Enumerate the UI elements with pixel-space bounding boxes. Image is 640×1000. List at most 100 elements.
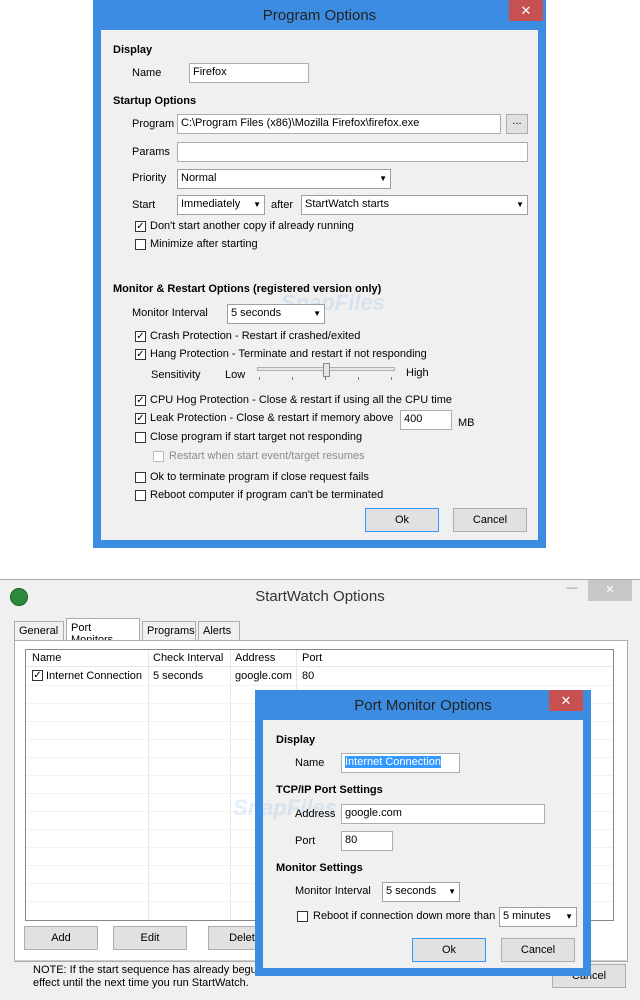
slider-tick [325, 377, 326, 380]
note-text-line2: effect until the next time you run Start… [33, 977, 249, 989]
reboot-duration-select[interactable]: 5 minutes ▼ [499, 907, 577, 927]
program-options-dialog: Program Options ✕ SnapFiles Display Name… [93, 0, 546, 548]
display-heading: Display [276, 734, 316, 746]
leak-protection-label: Leak Protection - Close & restart if mem… [150, 412, 394, 424]
address-field[interactable]: google.com [341, 804, 545, 824]
after-label: after [271, 199, 294, 211]
column-header-address[interactable]: Address [235, 652, 275, 664]
browse-button[interactable]: ... [506, 114, 528, 134]
close-not-responding-label: Close program if start target not respon… [150, 431, 363, 443]
leak-protection-checkbox[interactable]: ✓ [135, 413, 146, 424]
dropdown-arrow-icon: ▼ [379, 174, 387, 183]
slider-tick [358, 377, 359, 380]
slider-tick [391, 377, 392, 380]
dropdown-arrow-icon: ▼ [253, 200, 261, 209]
monitor-interval-value: 5 seconds [386, 885, 437, 897]
priority-label: Priority [132, 172, 167, 184]
close-not-responding-checkbox[interactable] [135, 432, 146, 443]
startup-heading: Startup Options [113, 95, 197, 107]
monitor-heading: Monitor & Restart Options (registered ve… [113, 283, 382, 295]
reboot-checkbox[interactable] [297, 911, 308, 922]
name-label: Name [132, 67, 162, 79]
add-button[interactable]: Add [24, 926, 98, 950]
reboot-label: Reboot if connection down more than [313, 910, 496, 922]
after-select[interactable]: StartWatch starts ▼ [301, 195, 528, 215]
ok-terminate-label: Ok to terminate program if close request… [150, 471, 369, 483]
port-monitor-options-dialog: Port Monitor Options ✕ SnapFiles Display… [233, 690, 591, 976]
restart-when-start-checkbox[interactable] [153, 451, 164, 462]
close-button[interactable]: ✕ [588, 580, 632, 601]
column-header-name[interactable]: Name [32, 652, 61, 664]
name-value-selected: Internet Connection [345, 756, 442, 768]
row-interval: 5 seconds [153, 670, 204, 682]
monitor-interval-label: Monitor Interval [295, 885, 371, 897]
address-label: Address [295, 808, 336, 820]
name-label: Name [295, 757, 325, 769]
column-header-check-interval[interactable]: Check Interval [153, 652, 223, 664]
tab-general[interactable]: General [14, 621, 64, 641]
params-field[interactable] [177, 142, 528, 162]
monitor-interval-select[interactable]: 5 seconds ▼ [382, 882, 460, 902]
table-row[interactable]: ✓ Internet Connection 5 seconds google.c… [26, 667, 613, 685]
cpu-hog-label: CPU Hog Protection - Close & restart if … [150, 394, 453, 406]
reboot-duration-value: 5 minutes [503, 910, 551, 922]
ok-button[interactable]: Ok [412, 938, 486, 962]
minimize-button[interactable]: — [558, 582, 586, 594]
reboot-computer-checkbox[interactable] [135, 490, 146, 501]
port-field[interactable]: 80 [341, 831, 393, 851]
column-header-port[interactable]: Port [302, 652, 322, 664]
edit-button[interactable]: Edit [113, 926, 187, 950]
ok-terminate-checkbox[interactable] [135, 472, 146, 483]
row-divider [26, 685, 613, 686]
dialog-title: Program Options [262, 7, 377, 24]
tab-alerts[interactable]: Alerts [198, 621, 240, 641]
sensitivity-low-label: Low [225, 369, 246, 381]
monitor-interval-select[interactable]: 5 seconds ▼ [227, 304, 325, 324]
list-header: Name Check Interval Address Port [26, 650, 613, 667]
sensitivity-label: Sensitivity [151, 369, 201, 381]
close-button[interactable]: ✕ [509, 0, 543, 21]
name-field[interactable]: Internet Connection [341, 753, 460, 773]
sensitivity-slider[interactable] [257, 363, 395, 385]
minimize-after-checkbox[interactable] [135, 239, 146, 250]
row-enabled-checkbox[interactable]: ✓ [32, 670, 43, 681]
titlebar[interactable]: Port Monitor Options ✕ [255, 690, 591, 720]
monitor-interval-value: 5 seconds [231, 307, 282, 319]
crash-protection-checkbox[interactable]: ✓ [135, 331, 146, 342]
dialog-title: Port Monitor Options [354, 697, 492, 714]
dropdown-arrow-icon: ▼ [516, 200, 524, 209]
priority-select[interactable]: Normal ▼ [177, 169, 391, 189]
dropdown-arrow-icon: ▼ [565, 912, 573, 921]
start-label: Start [132, 199, 156, 211]
cpu-hog-checkbox[interactable]: ✓ [135, 395, 146, 406]
slider-thumb[interactable] [323, 363, 330, 377]
slider-tick [259, 377, 260, 380]
leak-memory-field[interactable]: 400 [400, 410, 452, 430]
column-divider [230, 650, 231, 920]
tab-programs[interactable]: Programs [142, 621, 196, 641]
row-address: google.com [235, 670, 292, 682]
program-field[interactable]: C:\Program Files (x86)\Mozilla Firefox\f… [177, 114, 501, 134]
dropdown-arrow-icon: ▼ [313, 309, 321, 318]
monitor-interval-label: Monitor Interval [132, 307, 208, 319]
monitor-heading: Monitor Settings [276, 862, 363, 874]
titlebar[interactable]: Program Options ✕ [93, 0, 546, 30]
cancel-button[interactable]: Cancel [501, 938, 575, 962]
ok-button[interactable]: Ok [365, 508, 439, 532]
restart-when-start-label: Restart when start event/target resumes [169, 450, 365, 462]
close-button[interactable]: ✕ [549, 690, 583, 711]
name-field[interactable]: Firefox [189, 63, 309, 83]
tab-strip: General Port Monitors Programs Alerts [14, 618, 244, 646]
params-label: Params [132, 146, 170, 158]
row-name: Internet Connection [46, 670, 143, 682]
start-value: Immediately [181, 198, 241, 210]
cancel-button[interactable]: Cancel [453, 508, 527, 532]
slider-tick [292, 377, 293, 380]
tab-port-monitors[interactable]: Port Monitors [66, 618, 140, 646]
hang-protection-checkbox[interactable]: ✓ [135, 349, 146, 360]
leak-unit-label: MB [458, 417, 475, 429]
sensitivity-high-label: High [406, 367, 429, 379]
start-select[interactable]: Immediately ▼ [177, 195, 265, 215]
dialog-client: SnapFiles Display Name Firefox Startup O… [101, 30, 538, 540]
dont-start-copy-checkbox[interactable]: ✓ [135, 221, 146, 232]
